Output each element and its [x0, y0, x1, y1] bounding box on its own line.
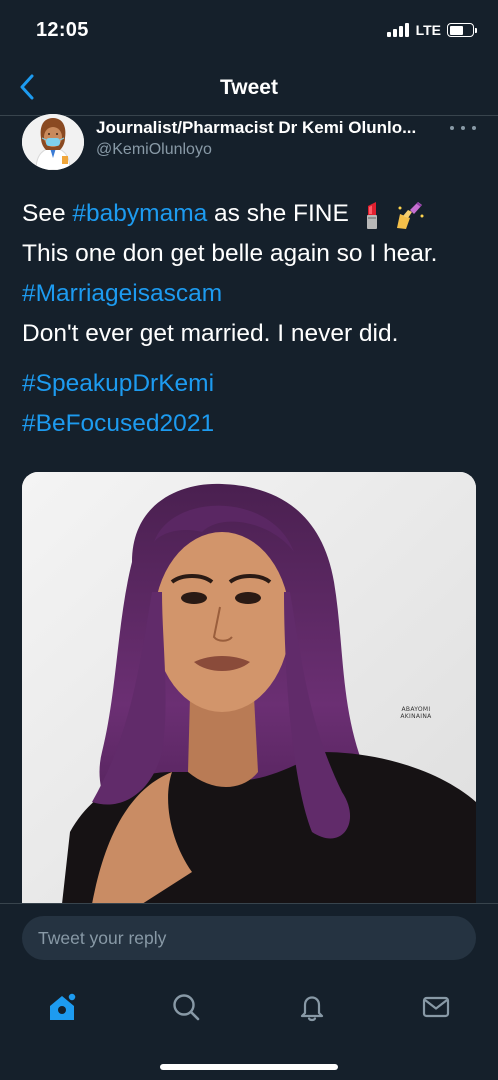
- hashtag-list: #SpeakupDrKemi #BeFocused2021: [22, 364, 482, 444]
- tweet-text: See #babymama as she FINE This one don g…: [22, 194, 482, 444]
- photo-watermark: ABAYOMI AKINAINA: [394, 706, 438, 720]
- hashtag-link[interactable]: #BeFocused2021: [22, 404, 482, 444]
- hashtag-link[interactable]: #SpeakupDrKemi: [22, 364, 482, 404]
- home-icon: [50, 992, 77, 1020]
- tab-notifications[interactable]: [292, 987, 332, 1027]
- bottom-tab-bar: [0, 973, 498, 1080]
- tweet-detail-screen: 12:05 LTE Tweet Journalist/Pharmacist Dr…: [0, 0, 498, 1080]
- home-indicator[interactable]: [160, 1064, 338, 1070]
- tweet-line-1: See #babymama as she FINE: [22, 194, 482, 234]
- hashtag-link[interactable]: #babymama: [72, 200, 207, 227]
- messages-mail-icon: [422, 996, 450, 1018]
- lipstick-emoji: [366, 201, 377, 229]
- tweet-photo[interactable]: ABAYOMI AKINAINA: [22, 472, 476, 904]
- author-name[interactable]: Journalist/Pharmacist Dr Kemi Olunlo...: [96, 118, 456, 138]
- tweet-text-segment: See: [22, 200, 73, 227]
- status-time: 12:05: [36, 19, 89, 41]
- notifications-bell-icon: [300, 996, 324, 1022]
- network-type: LTE: [415, 22, 441, 38]
- tweet-line-2: This one don get belle again so I hear.: [22, 240, 438, 267]
- tab-messages[interactable]: [416, 987, 456, 1027]
- nail-polish-emoji: [397, 201, 424, 229]
- author-handle[interactable]: @KemiOlunloyo: [96, 141, 212, 159]
- status-indicators: LTE: [386, 22, 477, 38]
- hashtag-link[interactable]: #Marriageisascam: [22, 274, 482, 314]
- more-horizontal-icon: [450, 126, 454, 130]
- avatar[interactable]: [22, 114, 84, 170]
- watermark-text: AKINAINA: [400, 713, 432, 720]
- tweet-line-4: Don't ever get married. I never did.: [22, 320, 399, 347]
- reply-bar: [0, 903, 498, 973]
- cellular-signal-icon: [386, 23, 411, 37]
- battery-icon: [447, 23, 477, 37]
- page-title: Tweet: [220, 76, 278, 99]
- tab-home[interactable]: [42, 987, 82, 1027]
- nav-header: Tweet: [0, 60, 498, 116]
- status-bar: 12:05 LTE: [0, 0, 498, 60]
- tab-search[interactable]: [166, 987, 206, 1027]
- tweet-author: Journalist/Pharmacist Dr Kemi Olunlo... …: [0, 114, 498, 174]
- reply-input[interactable]: [22, 916, 476, 960]
- more-options-button[interactable]: [450, 118, 476, 138]
- tweet-text-segment: as she FINE: [207, 200, 349, 227]
- search-icon: [173, 994, 200, 1021]
- watermark-text: ABAYOMI: [401, 706, 431, 713]
